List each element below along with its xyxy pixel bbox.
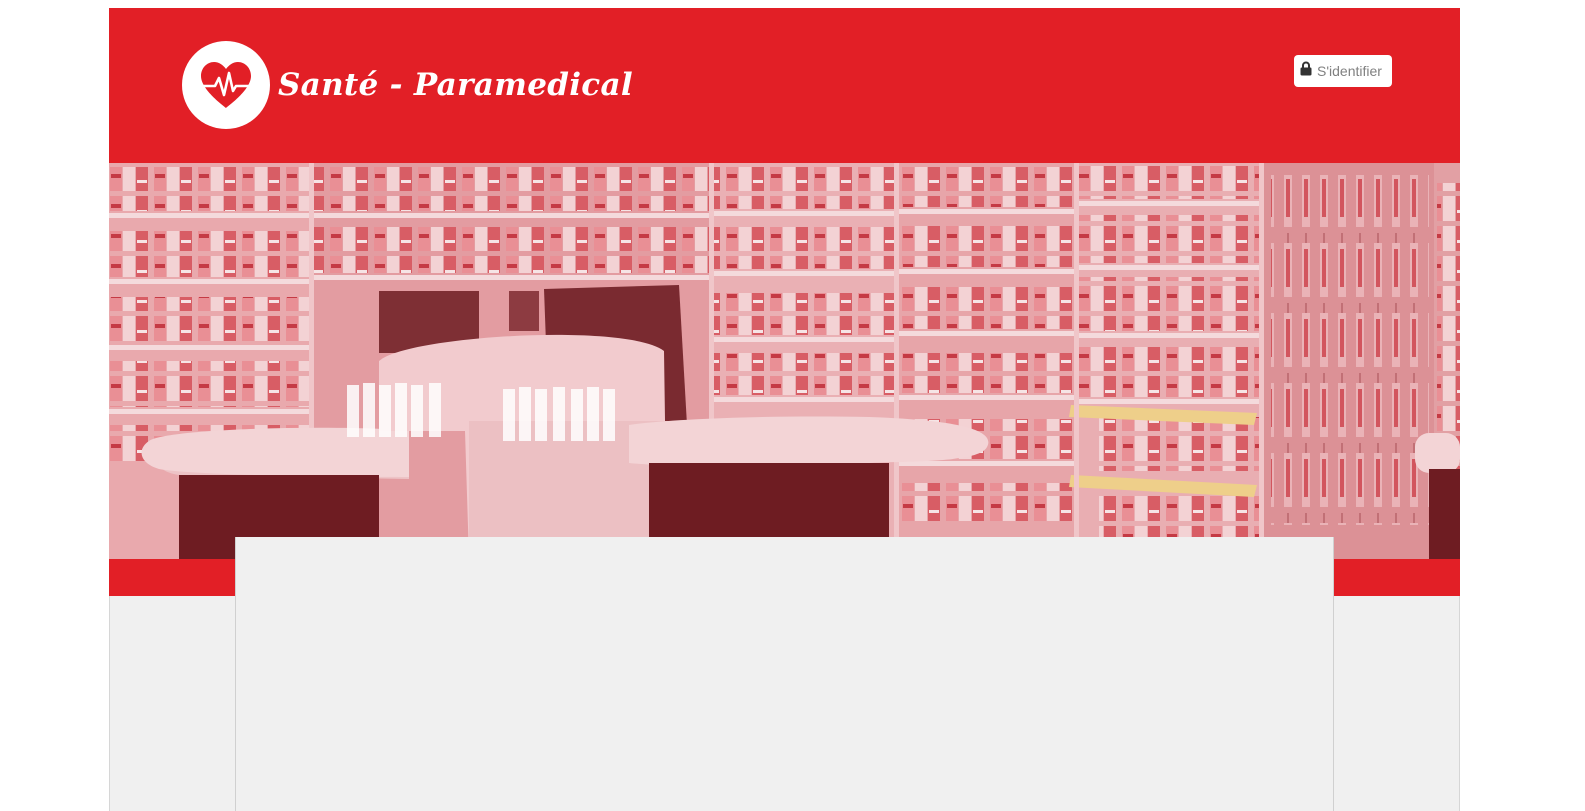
site-title: Santé - Paramedical xyxy=(278,67,633,103)
login-label: S'identifier xyxy=(1317,63,1382,79)
main-content-panel xyxy=(235,537,1334,811)
hero-banner xyxy=(109,163,1460,559)
site-container: Santé - Paramedical S'identifier xyxy=(109,8,1460,811)
login-button[interactable]: S'identifier xyxy=(1294,55,1392,87)
pharmacy-interior-photo xyxy=(109,163,1460,559)
heart-pulse-icon xyxy=(182,41,270,129)
lock-icon xyxy=(1300,61,1312,81)
site-header: Santé - Paramedical S'identifier xyxy=(109,8,1460,163)
site-logo-link[interactable]: Santé - Paramedical xyxy=(182,41,633,129)
